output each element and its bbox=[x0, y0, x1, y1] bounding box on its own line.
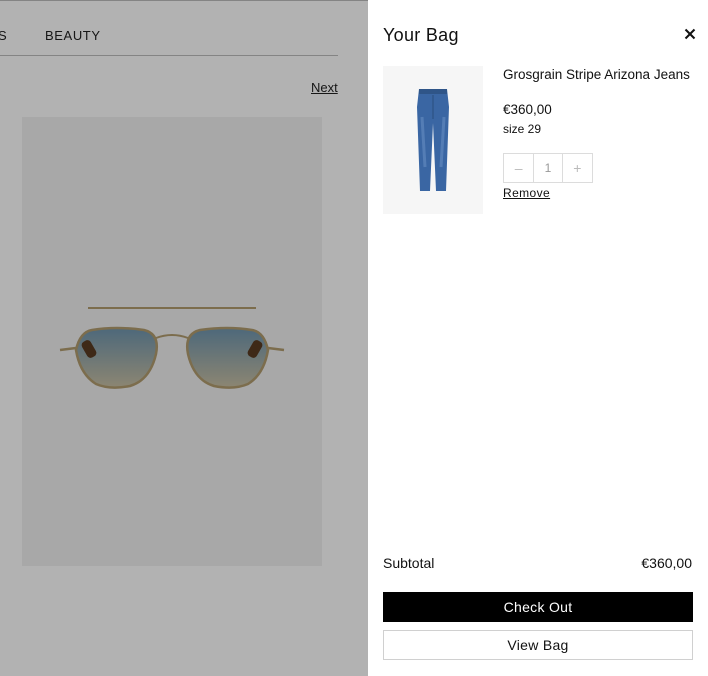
remove-link[interactable]: Remove bbox=[503, 186, 550, 200]
subtotal-label: Subtotal bbox=[383, 555, 435, 571]
item-price: €360,00 bbox=[503, 102, 552, 117]
item-name[interactable]: Grosgrain Stripe Arizona Jeans bbox=[503, 66, 693, 84]
quantity-value[interactable]: 1 bbox=[533, 154, 563, 182]
item-size: size 29 bbox=[503, 122, 542, 136]
dim-overlay[interactable] bbox=[0, 0, 368, 676]
subtotal-value: €360,00 bbox=[641, 555, 692, 571]
background-page: S BEAUTY Next bbox=[0, 0, 368, 676]
decrement-button[interactable]: – bbox=[504, 154, 533, 182]
jeans-image bbox=[417, 89, 449, 191]
view-bag-button[interactable]: View Bag bbox=[383, 630, 693, 660]
increment-button[interactable]: + bbox=[563, 154, 592, 182]
drawer-title: Your Bag bbox=[383, 25, 459, 45]
close-button[interactable] bbox=[680, 24, 700, 44]
item-thumbnail[interactable] bbox=[383, 66, 483, 214]
close-icon bbox=[684, 28, 696, 40]
checkout-button[interactable]: Check Out bbox=[383, 592, 693, 622]
quantity-stepper: – 1 + bbox=[503, 153, 593, 183]
bag-drawer: Your Bag Grosgrain Stripe Arizona Jeans … bbox=[368, 0, 708, 676]
